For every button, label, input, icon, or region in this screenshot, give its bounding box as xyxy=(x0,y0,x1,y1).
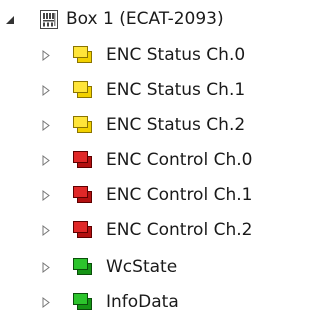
output-process-image-icon xyxy=(73,221,92,239)
tree-node-label: Box 1 (ECAT-2093) xyxy=(66,9,224,29)
tree-node-enc-control-ch1[interactable]: ENC Control Ch.1 xyxy=(0,178,291,212)
tree-node-enc-status-ch2[interactable]: ENC Status Ch.2 xyxy=(0,108,291,142)
status-image-icon xyxy=(73,258,92,276)
collapsed-arrow-icon[interactable] xyxy=(40,224,52,236)
input-process-image-icon xyxy=(73,116,92,134)
tree-node-label: InfoData xyxy=(106,292,179,312)
tree-node-label: WcState xyxy=(106,257,178,277)
output-process-image-icon xyxy=(73,151,92,169)
tree-view: Box 1 (ECAT-2093) ENC Status Ch.0 ENC St… xyxy=(0,0,291,315)
expanded-arrow-icon[interactable] xyxy=(4,14,16,26)
collapsed-arrow-icon[interactable] xyxy=(40,119,52,131)
collapsed-arrow-icon[interactable] xyxy=(40,49,52,61)
input-process-image-icon xyxy=(73,81,92,99)
collapsed-arrow-icon[interactable] xyxy=(40,154,52,166)
collapsed-arrow-icon[interactable] xyxy=(40,261,52,273)
input-process-image-icon xyxy=(73,46,92,64)
tree-node-label: ENC Control Ch.1 xyxy=(106,185,253,205)
collapsed-arrow-icon[interactable] xyxy=(40,296,52,308)
tree-node-label: ENC Control Ch.0 xyxy=(106,150,253,170)
tree-node-label: ENC Status Ch.0 xyxy=(106,45,246,65)
status-image-icon xyxy=(73,293,92,311)
tree-node-box-1[interactable]: Box 1 (ECAT-2093) xyxy=(0,3,291,37)
tree-node-enc-status-ch1[interactable]: ENC Status Ch.1 xyxy=(0,73,291,107)
tree-node-label: ENC Status Ch.1 xyxy=(106,80,246,100)
tree-node-infodata[interactable]: InfoData xyxy=(0,285,291,315)
collapsed-arrow-icon[interactable] xyxy=(40,189,52,201)
output-process-image-icon xyxy=(73,186,92,204)
tree-node-enc-status-ch0[interactable]: ENC Status Ch.0 xyxy=(0,38,291,72)
tree-node-label: ENC Control Ch.2 xyxy=(106,220,253,240)
tree-node-enc-control-ch2[interactable]: ENC Control Ch.2 xyxy=(0,213,291,247)
tree-node-enc-control-ch0[interactable]: ENC Control Ch.0 xyxy=(0,143,291,177)
ethercat-box-icon xyxy=(40,10,58,29)
collapsed-arrow-icon[interactable] xyxy=(40,84,52,96)
tree-node-label: ENC Status Ch.2 xyxy=(106,115,246,135)
tree-node-wcstate[interactable]: WcState xyxy=(0,250,291,284)
